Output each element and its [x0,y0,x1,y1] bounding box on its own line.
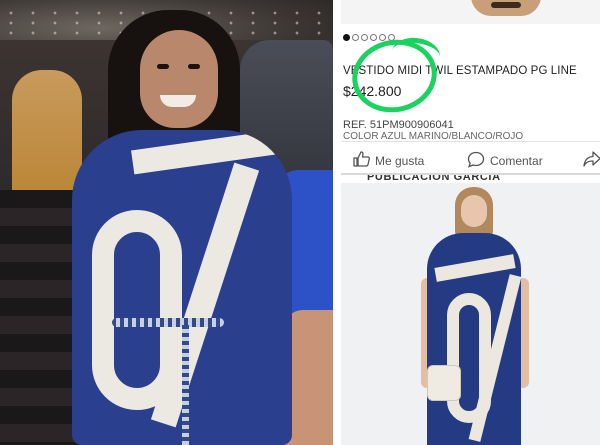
post-author-strip: PUBLICACIÓN GARCÍA [341,173,600,183]
like-label: Me gusta [375,153,425,168]
carousel-dot[interactable] [379,34,386,41]
comment-icon [467,151,485,171]
share-button[interactable] [583,151,600,170]
post-author-name: PUBLICACIÓN GARCÍA [367,173,501,183]
facebook-action-bar: Me gusta Comentar [341,141,600,173]
model-handbag [427,365,461,401]
comment-label: Comentar [490,154,543,168]
like-button[interactable]: Me gusta [353,151,424,170]
share-icon [583,151,600,170]
rope-belt-tail [182,325,189,445]
carousel-dot[interactable] [352,34,359,41]
model-printed-dress [427,233,521,445]
product-image-top [341,0,600,24]
left-photo [0,0,333,445]
carousel-dot[interactable] [361,34,368,41]
carousel-dot[interactable] [343,34,350,41]
model-product-photo[interactable] [341,183,600,445]
product-reference: REF. 51PM900906041 [343,119,454,131]
model-face [461,195,487,227]
carousel-dot[interactable] [370,34,377,41]
product-color-line: COLOR AZUL MARINO/BLANCO/ROJO [343,132,524,140]
like-icon [353,151,370,170]
woman-face [140,30,218,128]
comment-button[interactable]: Comentar [467,151,543,171]
rope-belt [112,318,224,327]
